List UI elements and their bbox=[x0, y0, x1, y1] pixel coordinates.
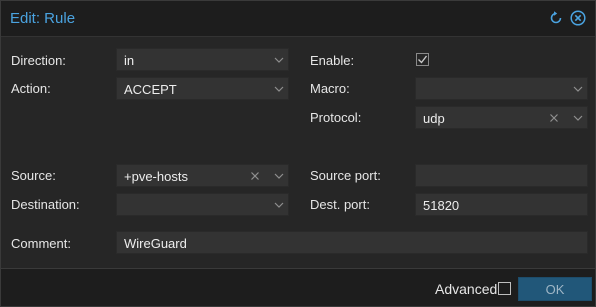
source-label: Source: bbox=[11, 168, 56, 183]
dialog-body: Direction: in Enable: Action: ACCEPT Mac… bbox=[1, 37, 595, 269]
destination-label: Destination: bbox=[11, 197, 80, 212]
chevron-down-icon[interactable] bbox=[571, 111, 585, 125]
dest-port-value: 51820 bbox=[423, 198, 460, 213]
source-port-label: Source port: bbox=[310, 168, 381, 183]
advanced-checkbox[interactable] bbox=[498, 282, 511, 295]
source-select[interactable]: +pve-hosts bbox=[116, 164, 289, 187]
edit-rule-dialog: Edit: Rule Direction: in Enable: Action:… bbox=[0, 0, 596, 307]
dest-port-label: Dest. port: bbox=[310, 197, 370, 212]
comment-input[interactable]: WireGuard bbox=[116, 231, 588, 254]
enable-label: Enable: bbox=[310, 53, 355, 68]
source-port-input[interactable] bbox=[415, 164, 588, 187]
protocol-value: udp bbox=[423, 111, 445, 126]
protocol-label: Protocol: bbox=[310, 110, 362, 125]
direction-select[interactable]: in bbox=[116, 48, 289, 71]
macro-label: Macro: bbox=[310, 81, 350, 96]
chevron-down-icon[interactable] bbox=[571, 82, 585, 96]
dest-port-input[interactable]: 51820 bbox=[415, 193, 588, 216]
comment-label: Comment: bbox=[11, 236, 71, 251]
comment-value: WireGuard bbox=[124, 236, 187, 251]
protocol-select[interactable]: udp bbox=[415, 106, 588, 129]
ok-button[interactable]: OK bbox=[518, 277, 592, 301]
advanced-label: Advanced bbox=[435, 281, 498, 297]
chevron-down-icon[interactable] bbox=[272, 53, 286, 67]
macro-select[interactable] bbox=[415, 77, 588, 100]
chevron-down-icon[interactable] bbox=[272, 169, 286, 183]
chevron-down-icon[interactable] bbox=[272, 198, 286, 212]
action-select[interactable]: ACCEPT bbox=[116, 77, 289, 100]
action-value: ACCEPT bbox=[124, 82, 177, 97]
dialog-titlebar: Edit: Rule bbox=[1, 1, 595, 37]
direction-value: in bbox=[124, 53, 135, 68]
clear-icon[interactable] bbox=[547, 111, 561, 125]
close-icon[interactable] bbox=[570, 10, 586, 26]
destination-select[interactable] bbox=[116, 193, 289, 216]
reset-icon[interactable] bbox=[548, 10, 564, 26]
chevron-down-icon[interactable] bbox=[272, 82, 286, 96]
direction-label: Direction: bbox=[11, 53, 66, 68]
dialog-title: Edit: Rule bbox=[10, 10, 76, 27]
source-value: +pve-hosts bbox=[124, 169, 188, 184]
clear-icon[interactable] bbox=[248, 169, 262, 183]
action-label: Action: bbox=[11, 81, 51, 96]
dialog-footer: Advanced OK bbox=[1, 269, 595, 306]
enable-checkbox[interactable] bbox=[416, 53, 429, 66]
